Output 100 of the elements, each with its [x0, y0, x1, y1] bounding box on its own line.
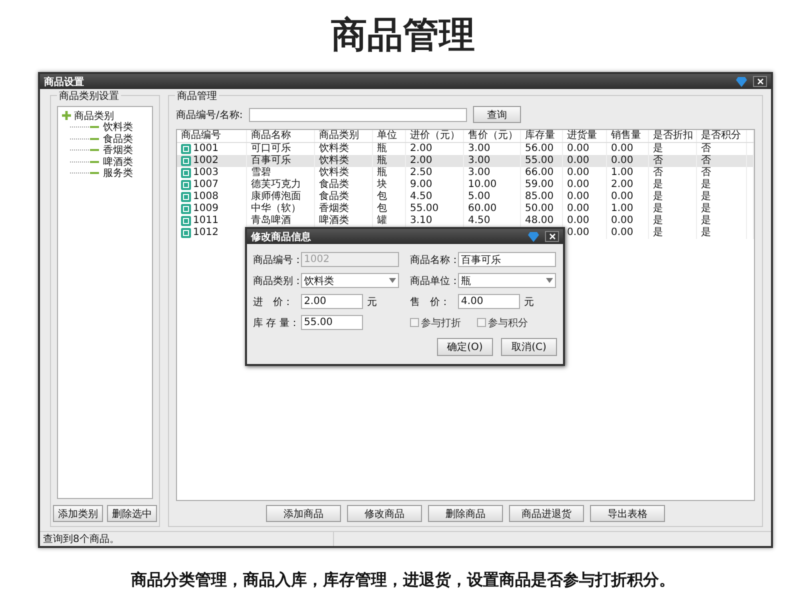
search-label: 商品编号/名称:: [176, 108, 243, 122]
table-cell: 德芙巧克力: [247, 179, 315, 191]
table-cell: 是: [649, 215, 697, 227]
checkbox[interactable]: [477, 318, 486, 327]
column-header[interactable]: 单位: [373, 130, 406, 142]
table-cell: 瓶: [373, 155, 406, 167]
table-cell: 否: [649, 155, 697, 167]
dropdown[interactable]: 瓶: [458, 273, 556, 288]
close-icon: [756, 78, 764, 85]
table-cell: 55.00: [406, 203, 464, 215]
column-header[interactable]: 商品类别: [315, 130, 373, 142]
table-cell: 0.00: [563, 179, 607, 191]
search-field[interactable]: [248, 108, 467, 122]
table-cell: 1007: [177, 179, 247, 191]
action-button[interactable]: 删除商品: [428, 505, 503, 522]
checkbox[interactable]: [410, 318, 419, 327]
table-cell: 2.00: [406, 155, 464, 167]
field-label: 进 价：: [253, 296, 294, 308]
unit-label: 元: [524, 296, 534, 308]
table-row[interactable]: 1008 康师傅泡面 食品类 包 4.50 5.00 85.00 0.00 0.00 是 是: [177, 191, 754, 203]
table-cell: 0.00: [607, 215, 649, 227]
table-cell: 85.00: [521, 191, 563, 203]
table-cell: 饮料类: [315, 167, 373, 179]
table-cell: 3.00: [464, 155, 521, 167]
table-cell: 否: [649, 167, 697, 179]
input-field[interactable]: 百事可乐: [458, 252, 556, 267]
tree-item[interactable]: 商品类别: [74, 108, 114, 123]
table-row[interactable]: 1003 雪碧 饮料类 瓶 2.50 3.00 66.00 0.00 1.00 否 否: [177, 167, 754, 179]
column-header[interactable]: 是否积分: [697, 130, 747, 142]
table-cell: 0.00: [563, 191, 607, 203]
input-field[interactable]: 4.00: [458, 294, 520, 309]
dropdown[interactable]: 饮料类: [301, 273, 399, 288]
page-title: 商品管理: [330, 14, 476, 58]
unit-label: 元: [367, 296, 377, 308]
table-cell: 1.00: [607, 203, 649, 215]
column-header[interactable]: 进货量: [563, 130, 607, 142]
status-text: 查询到8个商品。: [40, 532, 334, 546]
tree-item[interactable]: 啤酒类: [103, 154, 133, 169]
dialog-button[interactable]: 取消(C): [501, 338, 557, 356]
checkbox-label: 参与打折: [421, 316, 461, 330]
tree-item[interactable]: 香烟类: [103, 143, 133, 158]
action-button[interactable]: 修改商品: [347, 505, 422, 522]
column-header[interactable]: 进价（元）: [406, 130, 464, 142]
input-field[interactable]: 55.00: [301, 315, 363, 330]
table-cell: 香烟类: [315, 203, 373, 215]
table-cell: 1009: [177, 203, 247, 215]
field-label: 商品类别：: [253, 274, 297, 288]
table-cell: 0.00: [607, 227, 649, 239]
table-cell: 1011: [177, 215, 247, 227]
close-button[interactable]: [753, 76, 767, 87]
column-header[interactable]: 商品编号: [177, 130, 247, 142]
action-button[interactable]: 商品进退货: [509, 505, 584, 522]
table-cell: 否: [697, 167, 747, 179]
table-cell: 2.00: [607, 179, 649, 191]
tree-item[interactable]: 服务类: [103, 166, 133, 180]
dialog-button[interactable]: 确定(O): [437, 338, 493, 356]
table-cell: 否: [697, 155, 747, 167]
close-button[interactable]: [545, 231, 559, 242]
table-cell: 0.00: [563, 155, 607, 167]
table-cell: 是: [697, 179, 747, 191]
table-cell: 66.00: [521, 167, 563, 179]
table-cell: 1.00: [607, 167, 649, 179]
dialog-title: 修改商品信息: [251, 230, 312, 244]
table-cell: 4.50: [406, 191, 464, 203]
table-cell: 是: [697, 191, 747, 203]
action-button[interactable]: 导出表格: [590, 505, 665, 522]
column-header[interactable]: 售价（元）: [464, 130, 521, 142]
table-cell: 康师傅泡面: [247, 191, 315, 203]
table-cell: 包: [373, 203, 406, 215]
column-header[interactable]: 商品名称: [247, 130, 315, 142]
table-cell: 包: [373, 191, 406, 203]
tree-item[interactable]: 饮料类: [103, 120, 133, 134]
search-button[interactable]: 查询: [472, 106, 521, 123]
table-cell: 饮料类: [315, 155, 373, 167]
field-label: 商品编号：: [253, 254, 297, 266]
table-cell: 食品类: [315, 191, 373, 203]
table-row[interactable]: 1002 百事可乐 饮料类 瓶 2.00 3.00 55.00 0.00 0.00 否 否: [177, 155, 754, 167]
input-field[interactable]: 2.00: [301, 294, 363, 309]
table-cell: 食品类: [315, 179, 373, 191]
table-row[interactable]: 1007 德芙巧克力 食品类 块 9.00 10.00 59.00 0.00 2.00 是 是: [177, 179, 754, 191]
table-cell: 1002: [177, 155, 247, 167]
table-cell: 是: [697, 203, 747, 215]
table-cell: 是: [649, 227, 697, 239]
field-label: 商品单位：: [410, 274, 454, 288]
table-cell: 是: [649, 203, 697, 215]
column-header[interactable]: 是否折扣: [649, 130, 697, 142]
category-button[interactable]: 删除选中: [107, 505, 157, 522]
checkbox-label: 参与积分: [488, 316, 528, 330]
category-button[interactable]: 添加类别: [53, 505, 103, 522]
tree-item[interactable]: 食品类: [103, 132, 133, 146]
table-cell: 1008: [177, 191, 247, 203]
action-button[interactable]: 添加商品: [266, 505, 341, 522]
column-header[interactable]: 库存量: [521, 130, 563, 142]
column-header[interactable]: 销售量: [607, 130, 649, 142]
table-cell: 0.00: [563, 203, 607, 215]
table-row[interactable]: 1009 中华（软） 香烟类 包 55.00 60.00 50.00 0.00 1.00 是 是: [177, 203, 754, 215]
panel-title: 商品管理: [175, 89, 219, 103]
table-cell: 0.00: [607, 191, 649, 203]
caret-icon: [546, 278, 553, 283]
table-cell: 55.00: [521, 155, 563, 167]
